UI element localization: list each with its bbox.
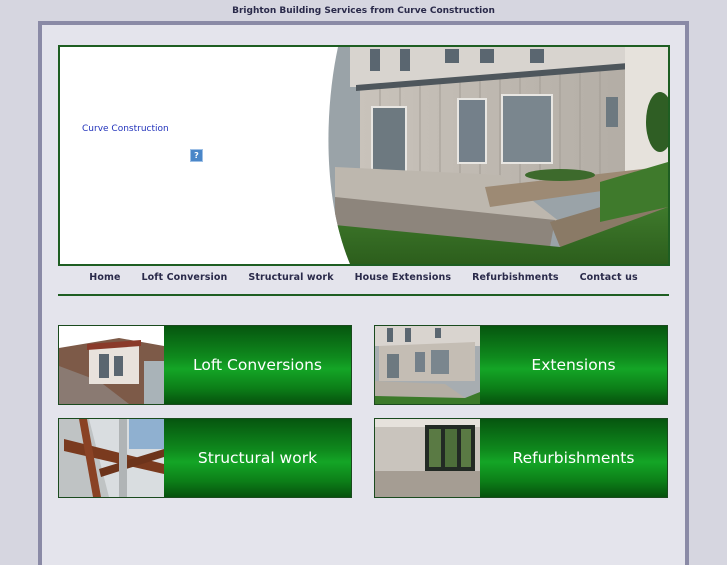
- hero-banner: Curve Construction ?: [58, 45, 670, 266]
- loft-conversion-photo: [59, 326, 164, 404]
- nav-item-contact-us[interactable]: Contact us: [580, 272, 638, 286]
- broken-image-icon: ?: [190, 149, 203, 162]
- curve-construction-link[interactable]: Curve Construction: [82, 124, 169, 134]
- tile-label: Structural work: [164, 419, 351, 497]
- tile-loft-conversions[interactable]: Loft Conversions: [58, 325, 352, 405]
- tile-structural-work[interactable]: Structural work: [58, 418, 352, 498]
- tile-extensions[interactable]: Extensions: [374, 325, 668, 405]
- tile-refurbishments[interactable]: Refurbishments: [374, 418, 668, 498]
- nav-item-house-extensions[interactable]: House Extensions: [355, 272, 451, 286]
- refurbished-room-photo: [375, 419, 480, 497]
- nav-divider: [58, 294, 669, 296]
- tile-label: Refurbishments: [480, 419, 667, 497]
- tile-label: Extensions: [480, 326, 667, 404]
- extension-photo: [375, 326, 480, 404]
- nav-item-refurbishments[interactable]: Refurbishments: [472, 272, 559, 286]
- tile-label: Loft Conversions: [164, 326, 351, 404]
- nav-item-structural-work[interactable]: Structural work: [248, 272, 333, 286]
- hero-house-photo: [328, 47, 668, 264]
- nav-item-home[interactable]: Home: [89, 272, 120, 286]
- page-title: Brighton Building Services from Curve Co…: [232, 6, 495, 16]
- main-nav: Home Loft Conversion Structural work Hou…: [58, 272, 669, 286]
- structural-steel-photo: [59, 419, 164, 497]
- nav-item-loft-conversion[interactable]: Loft Conversion: [142, 272, 228, 286]
